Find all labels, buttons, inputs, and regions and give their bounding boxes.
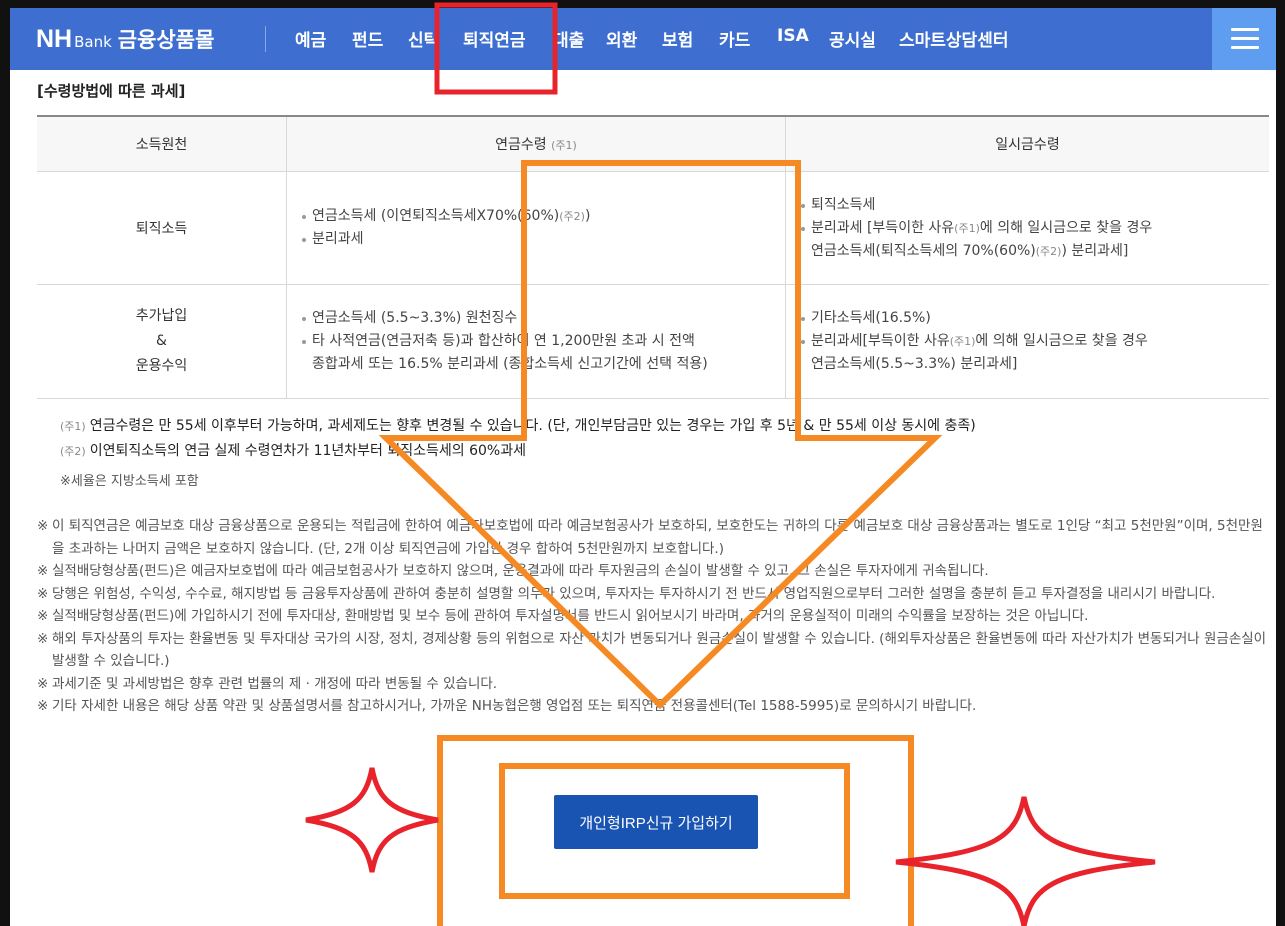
annotation-overlay bbox=[305, 2, 1156, 926]
highlight-box-orange-inner bbox=[499, 763, 850, 899]
down-arrow-icon bbox=[378, 160, 943, 710]
sparkle-star-icon bbox=[895, 796, 1156, 926]
highlight-box-red bbox=[434, 2, 558, 95]
sparkle-star-icon bbox=[305, 767, 439, 873]
